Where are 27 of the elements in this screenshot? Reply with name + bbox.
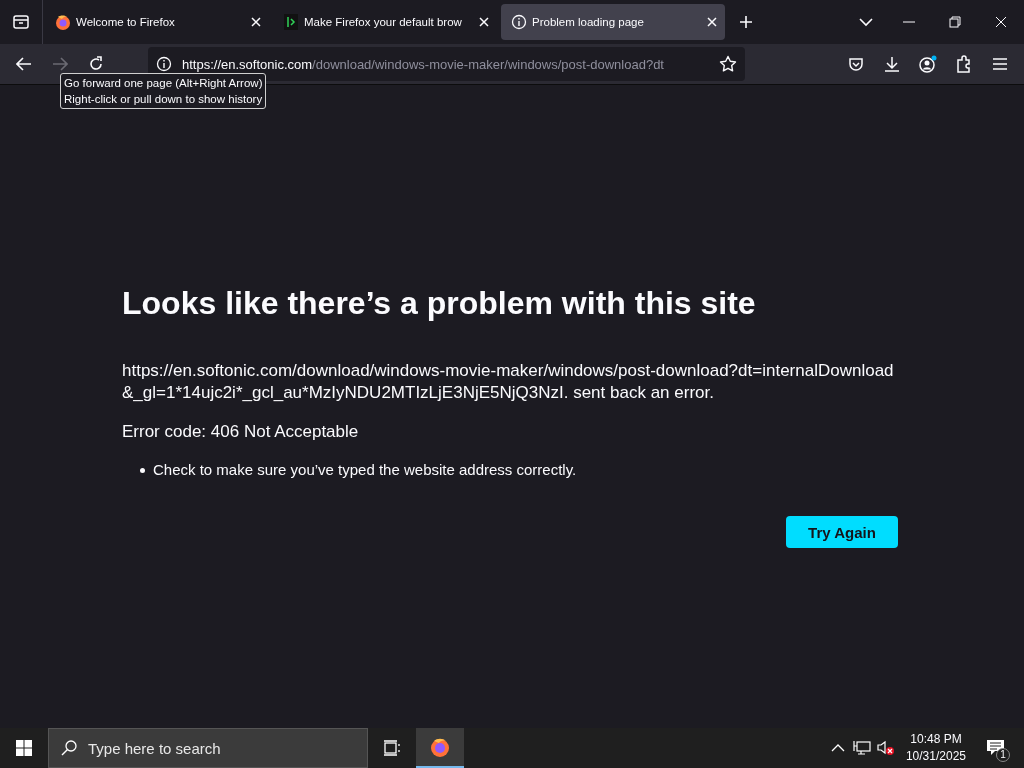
search-icon xyxy=(60,739,78,757)
close-tab-icon[interactable] xyxy=(249,15,263,29)
browser-tab[interactable]: Problem loading page xyxy=(501,4,725,40)
close-tab-icon[interactable] xyxy=(477,15,491,29)
tab-title[interactable]: Welcome to Firefox xyxy=(76,16,244,28)
browser-tab[interactable]: Make Firefox your default brow xyxy=(273,4,497,40)
error-title: Looks like there’s a problem with this site xyxy=(122,285,757,322)
bullet-icon xyxy=(140,467,145,473)
tip-text: Check to make sure you’ve typed the website address correctly. xyxy=(153,460,577,480)
url-text: https://en.softonic.com/download/windows-movie-maker/windows/post-download?dt xyxy=(182,56,665,72)
error-message: https://en.softonic.com/download/windows-movie-maker/windows/post-download?dt=internalDownload&_gl=1*14ujc2i*_gcl_au*MzIyNDU2MTIzLjE3NjE5NjQ3NzI. sent back an error. xyxy=(122,360,895,404)
tab-title[interactable]: Make Firefox your default brow xyxy=(304,16,472,28)
tab-title[interactable]: Problem loading page xyxy=(532,16,700,28)
close-tab-icon[interactable] xyxy=(705,15,719,29)
clock-time[interactable]: 10:48 PM xyxy=(910,731,962,748)
error-code: Error code: 406 Not Acceptable xyxy=(122,422,360,442)
info-icon xyxy=(511,14,527,30)
try-again-button[interactable]: Try Again xyxy=(786,516,898,548)
clock-date[interactable]: 10/31/2025 xyxy=(905,748,966,765)
terminal-icon xyxy=(284,14,298,30)
browser-tab[interactable]: Welcome to Firefox xyxy=(45,4,269,40)
bookmark-star-icon[interactable] xyxy=(719,55,737,73)
firefox-icon xyxy=(55,14,71,30)
taskbar-search-field[interactable]: Type here to search xyxy=(48,728,368,768)
tooltip: Go forward one page (Alt+Right Arrow) Right-click or pull down to show history xyxy=(60,73,267,109)
firefox-taskbar-icon[interactable] xyxy=(416,728,464,768)
info-icon[interactable] xyxy=(156,56,172,72)
